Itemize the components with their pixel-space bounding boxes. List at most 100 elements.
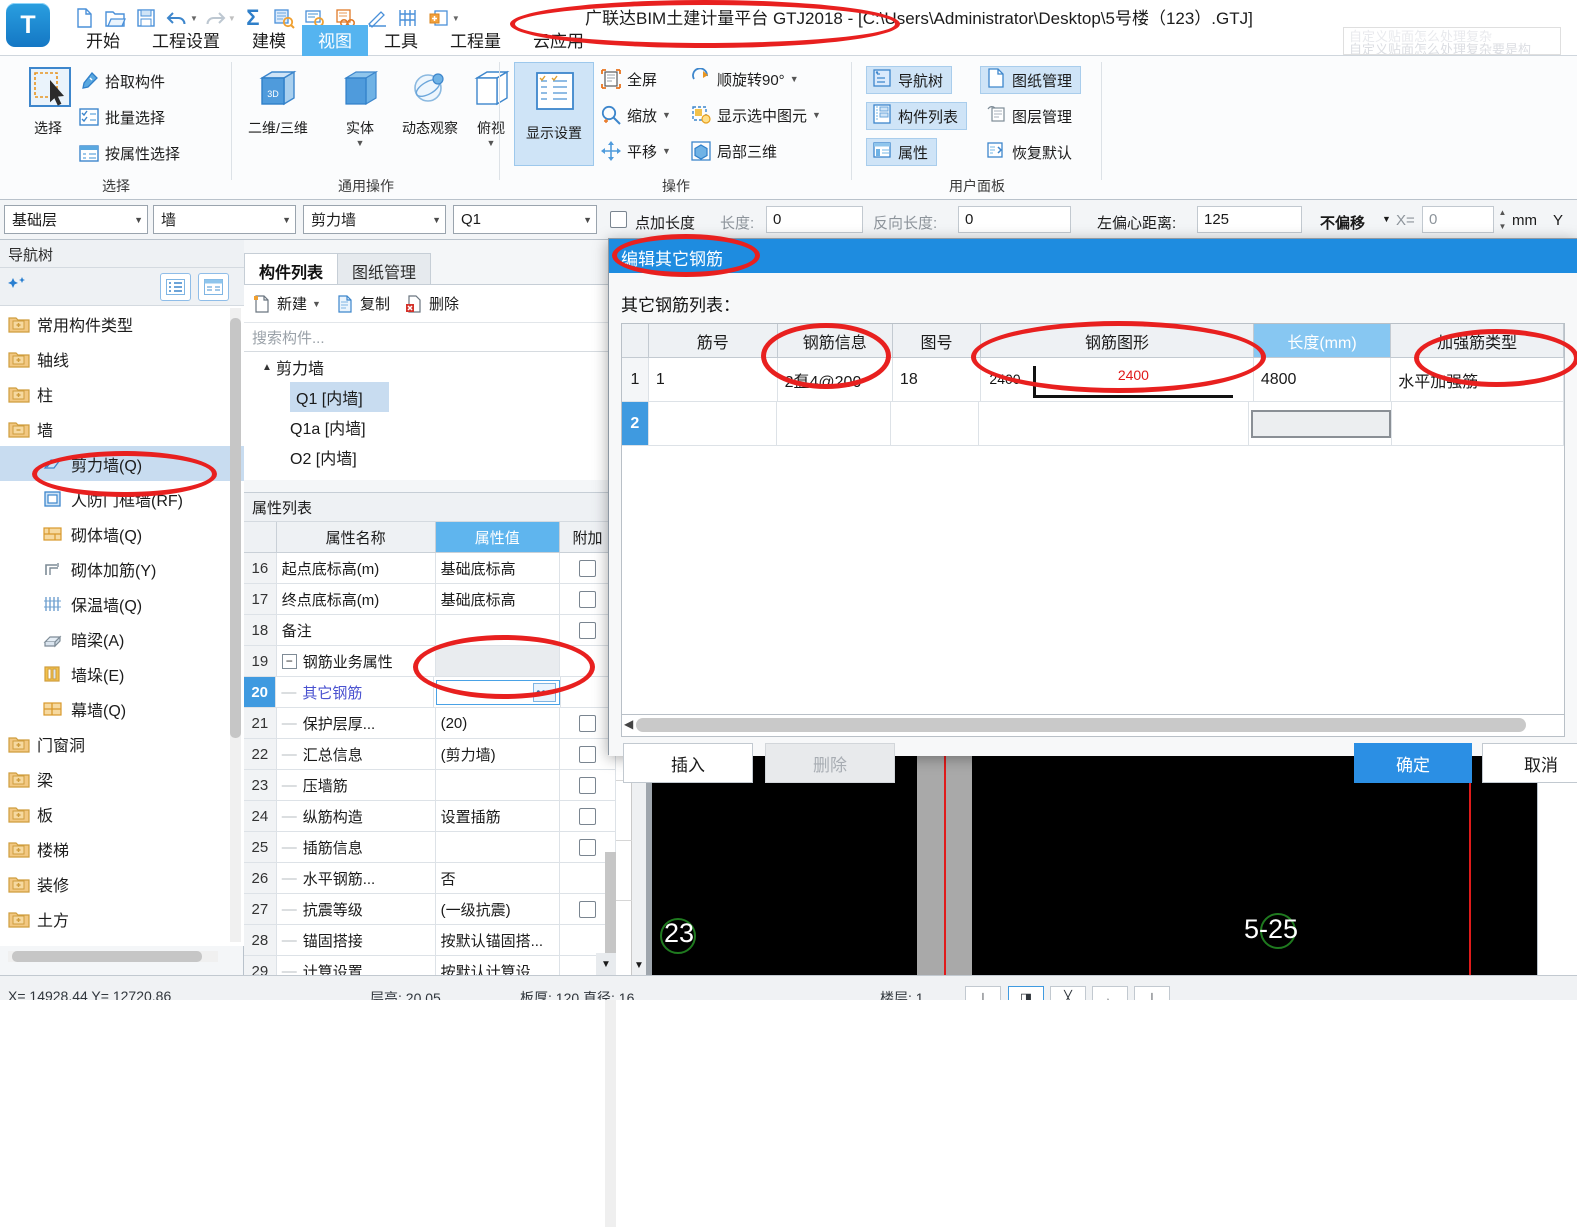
cancel-button[interactable]: 取消 [1482, 743, 1577, 783]
tab-gongchengliang[interactable]: 工程量 [434, 25, 517, 56]
status-osnap-button[interactable]: ◨ [1008, 986, 1044, 1000]
local-3d-button[interactable]: 局部三维 [690, 136, 777, 166]
sidebar-item-17[interactable]: 土方 [0, 901, 244, 936]
cell-jinhao[interactable]: 1 [649, 358, 778, 401]
property-name-cell[interactable]: — 抗震等级 [277, 894, 436, 924]
property-value-cell[interactable]: 基础底标高 [436, 553, 560, 583]
property-row-20[interactable]: 20— 其它钢筋 ••• [244, 677, 616, 708]
component-list-item-2[interactable]: Q1a [内墙] [244, 412, 616, 442]
tab-kaishi[interactable]: 开始 [70, 25, 136, 56]
property-toggle[interactable]: 属性 [866, 138, 938, 166]
nav-horizontal-scroll-thumb[interactable] [12, 951, 202, 962]
component-list-item-3[interactable]: O2 [内墙] [244, 442, 616, 472]
collapse-icon[interactable]: − [281, 653, 297, 669]
property-row-23[interactable]: 23— 压墙筋 [244, 770, 616, 801]
pan-caret-icon[interactable]: ▼ [662, 146, 671, 156]
sidebar-item-16[interactable]: 装修 [0, 866, 244, 901]
add-sparkle-icon[interactable] [8, 276, 30, 302]
select-button[interactable]: 选择 [8, 64, 88, 138]
cell-gangjin-info[interactable]: 2䀁4@200 [778, 358, 893, 401]
point-add-length-checkbox[interactable] [610, 211, 627, 228]
left-eccentric-input[interactable]: 125 [1197, 206, 1302, 233]
tab-shitu[interactable]: 视图 [302, 25, 368, 56]
cell-gangjin-info[interactable] [777, 402, 892, 445]
cell-reinforce-type[interactable]: 水平加强筋 [1391, 358, 1564, 401]
cell-length-mm[interactable]: 4800 [1254, 358, 1392, 401]
x-spinner-up[interactable]: ▲ [1497, 208, 1508, 217]
sidebar-item-1[interactable]: 轴线 [0, 341, 244, 376]
cell-tuhao[interactable]: 18 [893, 358, 982, 401]
status-nearest-button[interactable]: ◟ [1092, 986, 1128, 1000]
sidebar-item-2[interactable]: 柱 [0, 376, 244, 411]
tab-gongchengshezhi[interactable]: 工程设置 [136, 25, 236, 56]
nav-tree-toggle[interactable]: 导航树 [866, 66, 953, 94]
component-list-item-1[interactable]: Q1 [内墙] [244, 382, 616, 412]
property-extra-checkbox[interactable] [579, 900, 596, 918]
property-extra-checkbox[interactable] [579, 714, 596, 732]
reverse-length-input[interactable]: 0 [958, 206, 1071, 233]
x-input[interactable]: 0 [1422, 206, 1494, 233]
zoom-button[interactable]: 缩放 ▼ [600, 100, 671, 130]
cell-gangjin-shape[interactable]: 2400 2400 [981, 358, 1254, 401]
component-list-item-0[interactable]: ▲ 剪力墙 [244, 352, 616, 382]
length-input-focused[interactable] [1251, 409, 1392, 438]
solid-button[interactable]: 实体 ▼ [320, 64, 400, 148]
property-extra-checkbox[interactable] [579, 559, 596, 577]
sidebar-item-6[interactable]: 砌体墙(Q) [0, 516, 244, 551]
property-row-28[interactable]: 28— 锚固搭接 按默认锚固搭... [244, 925, 616, 956]
x-spinner-down[interactable]: ▼ [1497, 222, 1508, 231]
property-value-cell[interactable] [435, 646, 560, 676]
property-row-22[interactable]: 22— 汇总信息 (剪力墙) [244, 739, 616, 770]
sidebar-item-9[interactable]: 暗梁(A) [0, 621, 244, 656]
property-row-19[interactable]: 19− 钢筋业务属性 [244, 646, 616, 677]
delete-component-button[interactable]: 删除 [404, 293, 459, 314]
nav-vertical-scroll-thumb[interactable] [230, 318, 241, 738]
property-extra-cell[interactable] [560, 801, 616, 831]
nav-vertical-scrollbar[interactable] [230, 308, 241, 942]
offset-mode-caret-icon[interactable]: ▼ [1382, 214, 1391, 224]
sidebar-item-3[interactable]: 墙 [0, 411, 244, 446]
offset-mode-label[interactable]: 不偏移 [1320, 212, 1365, 233]
property-name-cell[interactable]: — 保护层厚... [277, 708, 436, 738]
rotate-cw-90-button[interactable]: 顺旋转90° ▼ [690, 64, 799, 94]
delete-button[interactable]: 删除 [765, 743, 895, 783]
property-name-cell[interactable]: 备注 [277, 615, 436, 645]
property-value-cell[interactable]: (剪力墙) [436, 739, 560, 769]
new-component-caret-icon[interactable]: ▼ [312, 299, 321, 309]
property-extra-checkbox[interactable] [579, 776, 596, 794]
ribbon-tabs[interactable]: 开始 工程设置 建模 视图 工具 工程量 云应用 [70, 25, 600, 56]
property-value-cell[interactable]: ••• [434, 677, 561, 707]
status-ortho-button[interactable]: ⊥ [965, 986, 1001, 1000]
property-name-cell[interactable]: — 水平钢筋... [277, 863, 436, 893]
batch-select-button[interactable]: 批量选择 [78, 102, 165, 132]
nav-horizontal-scrollbar[interactable] [8, 951, 218, 962]
component-search-input[interactable]: 搜索构件... [244, 322, 616, 352]
property-value-cell[interactable]: 否 [436, 863, 560, 893]
property-name-cell[interactable]: — 插筋信息 [277, 832, 436, 862]
sidebar-item-4[interactable]: 剪力墙(Q) [0, 446, 244, 481]
cad-scroll-down-icon[interactable]: ▼ [632, 955, 646, 975]
status-intersect-button[interactable]: ╳ [1050, 986, 1086, 1000]
property-value-cell[interactable] [436, 770, 560, 800]
property-row-25[interactable]: 25— 插筋信息 [244, 832, 616, 863]
ok-button[interactable]: 确定 [1354, 743, 1472, 783]
detail-view-toggle[interactable] [198, 273, 229, 301]
display-settings-button[interactable]: 显示设置 [514, 62, 594, 166]
orbit-button[interactable]: 动态观察 [390, 64, 470, 138]
fullscreen-button[interactable]: 全屏 [600, 64, 657, 94]
property-scroll-down-button[interactable]: ▼ [596, 953, 616, 975]
property-value-cell[interactable] [436, 615, 560, 645]
sidebar-item-14[interactable]: 板 [0, 796, 244, 831]
scroll-left-icon[interactable]: ◀ [624, 718, 633, 731]
qat-more-icon[interactable]: ▼ [452, 14, 460, 23]
pick-component-button[interactable]: 拾取构件 [78, 66, 165, 96]
property-row-26[interactable]: 26— 水平钢筋... 否 [244, 863, 616, 894]
status-perp-button[interactable]: ⊥ [1134, 986, 1170, 1000]
2d3d-button[interactable]: 3D 二维/三维 [238, 64, 318, 138]
property-name-cell[interactable]: — 汇总信息 [277, 739, 436, 769]
property-name-cell[interactable]: — 纵筋构造 [277, 801, 436, 831]
property-vertical-scrollbar[interactable] [605, 852, 616, 1227]
component-panel-tabs[interactable]: 构件列表 图纸管理 [244, 253, 432, 285]
cell-jinhao[interactable] [649, 402, 777, 445]
property-value-cell[interactable] [436, 832, 560, 862]
